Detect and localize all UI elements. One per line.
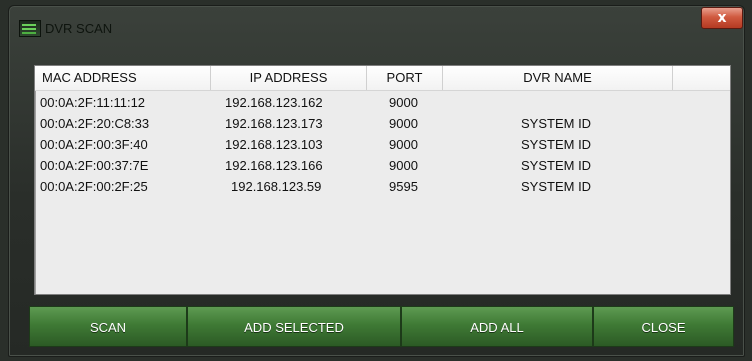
mac-cell: 00:0A:2F:00:37:7E xyxy=(40,158,149,173)
close-icon[interactable]: x xyxy=(701,7,743,29)
window-title: DVR SCAN xyxy=(45,21,113,36)
add-selected-button[interactable]: ADD SELECTED xyxy=(187,306,401,347)
table-row[interactable]: 00:0A:2F:20:C8:33 192.168.123.173 9000 S… xyxy=(35,114,730,134)
port-cell: 9000 xyxy=(389,95,418,110)
dvr-name-cell: SYSTEM ID xyxy=(521,137,592,152)
mac-cell: 00:0A:2F:00:2F:25 xyxy=(40,179,148,194)
add-all-button[interactable]: ADD ALL xyxy=(401,306,593,347)
dvr-list[interactable]: MAC ADDRESS IP ADDRESS PORT DVR NAME 00:… xyxy=(34,65,731,295)
column-header-dvr-name[interactable]: DVR NAME xyxy=(443,66,673,90)
column-header-extra xyxy=(673,66,730,90)
table-row[interactable]: 00:0A:2F:00:2F:25 192.168.123.59 9595 SY… xyxy=(35,177,730,197)
ip-cell: 192.168.123.173 xyxy=(225,116,323,131)
mac-cell: 00:0A:2F:11:11:12 xyxy=(40,95,146,110)
table-row[interactable]: 00:0A:2F:00:37:7E 192.168.123.166 9000 S… xyxy=(35,156,730,176)
dvr-app-icon xyxy=(19,20,41,37)
column-header-ip[interactable]: IP ADDRESS xyxy=(211,66,367,90)
column-header-port[interactable]: PORT xyxy=(367,66,443,90)
port-cell: 9000 xyxy=(389,158,418,173)
title-bar[interactable]: DVR SCAN x xyxy=(9,6,744,42)
ip-cell: 192.168.123.59 xyxy=(231,179,322,194)
port-cell: 9595 xyxy=(389,179,418,194)
ip-cell: 192.168.123.103 xyxy=(225,137,323,152)
dvr-name-cell: SYSTEM ID xyxy=(521,179,592,194)
mac-cell: 00:0A:2F:20:C8:33 xyxy=(40,116,150,131)
mac-cell: 00:0A:2F:00:3F:40 xyxy=(40,137,148,152)
port-cell: 9000 xyxy=(389,116,418,131)
scan-button[interactable]: SCAN xyxy=(29,306,187,347)
list-header: MAC ADDRESS IP ADDRESS PORT DVR NAME xyxy=(35,66,730,91)
dvr-name-cell: SYSTEM ID xyxy=(521,116,592,131)
ip-cell: 192.168.123.162 xyxy=(225,95,323,110)
close-button[interactable]: CLOSE xyxy=(593,306,734,347)
ip-cell: 192.168.123.166 xyxy=(225,158,323,173)
table-row[interactable]: 00:0A:2F:00:3F:40 192.168.123.103 9000 S… xyxy=(35,135,730,155)
dvr-name-cell: SYSTEM ID xyxy=(521,158,592,173)
table-row[interactable]: 00:0A:2F:11:11:12 192.168.123.162 9000 xyxy=(35,93,730,113)
column-header-mac[interactable]: MAC ADDRESS xyxy=(35,66,211,90)
port-cell: 9000 xyxy=(389,137,418,152)
dvr-scan-window: DVR SCAN x MAC ADDRESS IP ADDRESS PORT D… xyxy=(8,5,745,357)
